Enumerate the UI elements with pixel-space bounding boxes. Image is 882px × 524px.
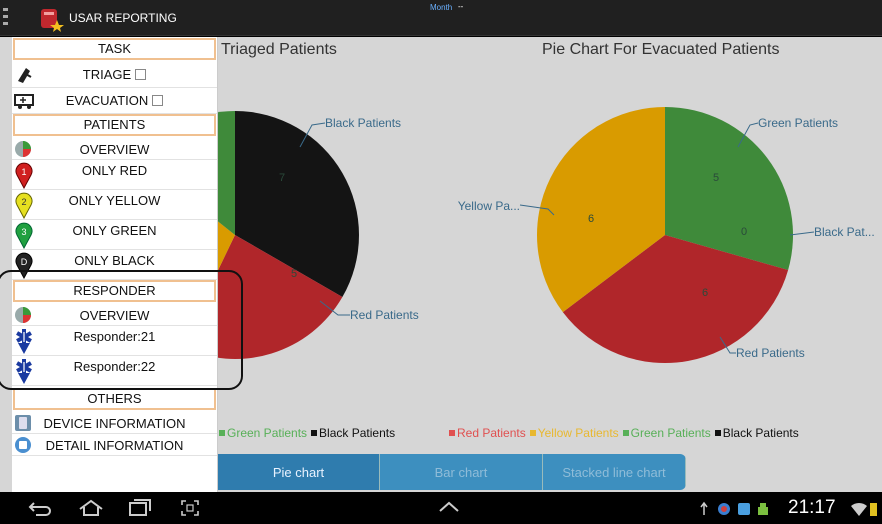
- chevron-up-icon[interactable]: [437, 499, 461, 515]
- tab-stacked-line-chart[interactable]: Stacked line chart: [543, 454, 686, 490]
- screenshot-icon[interactable]: [180, 499, 200, 517]
- drawer-item-only-green[interactable]: 3 ONLY GREEN: [12, 220, 217, 250]
- month-label: Month: [430, 3, 453, 12]
- drawer-menu-icon[interactable]: [3, 8, 9, 28]
- wifi-battery-icon: [851, 502, 877, 516]
- app-title: USAR REPORTING: [69, 11, 177, 25]
- only-yellow-label: ONLY YELLOW: [68, 193, 161, 208]
- navigation-drawer: TASK TRIAGE EVACUATION PATIENTS OVERVIEW…: [12, 37, 218, 492]
- evacuated-legend-green-patients: Green Patients: [622, 426, 713, 440]
- evacuated-chart-title: Pie Chart For Evacuated Patients: [542, 41, 780, 58]
- evacuated-legend-black-patients: Black Patients: [714, 426, 801, 440]
- evacuation-label: EVACUATION: [65, 93, 149, 108]
- responder-21-label: Responder:21: [73, 329, 156, 344]
- drawer-item-device-information[interactable]: DEVICE INFORMATION: [12, 412, 217, 434]
- only-red-label: ONLY RED: [81, 163, 148, 178]
- month-select[interactable]: --: [458, 2, 463, 11]
- evacuated-label-red-patients: Red Patients: [736, 346, 805, 360]
- evacuated-legend-yellow-patients: Yellow Patients: [529, 426, 621, 440]
- evacuated-value-green: 5: [713, 172, 719, 184]
- drawer-item-evacuation[interactable]: EVACUATION: [12, 88, 217, 114]
- home-icon[interactable]: [78, 499, 104, 517]
- triaged-legend: Green Patients Black Patients: [219, 426, 399, 440]
- evacuated-leader-line: [789, 231, 815, 236]
- triaged-legend-green-patients: Green Patients: [219, 426, 309, 440]
- evacuated-label-yellow-pa: Yellow Pa...: [458, 199, 520, 213]
- tab-pie-chart[interactable]: Pie chart: [218, 454, 380, 490]
- status-clock: 21:17: [788, 497, 836, 518]
- triage-checkbox[interactable]: [135, 69, 147, 80]
- device-information-label: DEVICE INFORMATION: [43, 416, 186, 431]
- drawer-item-responder-21[interactable]: Responder:21: [12, 326, 217, 356]
- section-others-header: OTHERS: [13, 388, 216, 410]
- section-task-header: TASK: [13, 38, 216, 60]
- system-navigation-bar: 21:17: [0, 492, 882, 524]
- status-icons: [700, 501, 768, 515]
- drawer-item-patients-overview[interactable]: OVERVIEW: [12, 138, 217, 160]
- evacuated-legend-red-patients: Red Patients: [449, 426, 528, 440]
- action-bar: USAR REPORTING Month --: [0, 0, 882, 36]
- evacuated-value-red: 6: [702, 287, 708, 299]
- back-icon[interactable]: [28, 499, 52, 517]
- evacuation-checkbox[interactable]: [152, 95, 164, 106]
- patients-overview-label: OVERVIEW: [79, 142, 150, 157]
- triaged-legend-black-patients: Black Patients: [311, 426, 397, 440]
- drawer-item-triage[interactable]: TRIAGE: [12, 62, 217, 88]
- evacuated-value-black: 0: [741, 226, 747, 238]
- drawer-item-only-black[interactable]: D ONLY BLACK: [12, 250, 217, 280]
- evacuated-legend: Red Patients Yellow Patients Green Patient…: [449, 426, 803, 440]
- section-patients-header: PATIENTS: [13, 114, 216, 136]
- triage-label: TRIAGE: [82, 67, 132, 82]
- detail-information-label: DETAIL INFORMATION: [45, 438, 184, 453]
- evacuated-label-green-patients: Green Patients: [758, 116, 838, 130]
- app-logo-icon: [41, 9, 64, 32]
- responder-22-label: Responder:22: [73, 359, 156, 374]
- drawer-item-only-red[interactable]: 1 ONLY RED: [12, 160, 217, 190]
- drawer-item-responder-overview[interactable]: OVERVIEW: [12, 304, 217, 326]
- section-responder-header: RESPONDER: [13, 280, 216, 302]
- evacuated-label-black-pat: Black Pat...: [814, 225, 875, 239]
- evacuated-value-yellow: 6: [588, 213, 594, 225]
- responder-overview-label: OVERVIEW: [79, 308, 150, 323]
- drawer-item-only-yellow[interactable]: 2 ONLY YELLOW: [12, 190, 217, 220]
- drawer-item-detail-information[interactable]: DETAIL INFORMATION: [12, 434, 217, 456]
- only-green-label: ONLY GREEN: [72, 223, 157, 238]
- tab-bar-chart[interactable]: Bar chart: [380, 454, 543, 490]
- only-black-label: ONLY BLACK: [74, 253, 155, 268]
- drawer-item-responder-22[interactable]: Responder:22: [12, 356, 217, 386]
- chart-type-tabs: Pie chart Bar chart Stacked line chart: [218, 454, 686, 490]
- recent-apps-icon[interactable]: [128, 499, 152, 517]
